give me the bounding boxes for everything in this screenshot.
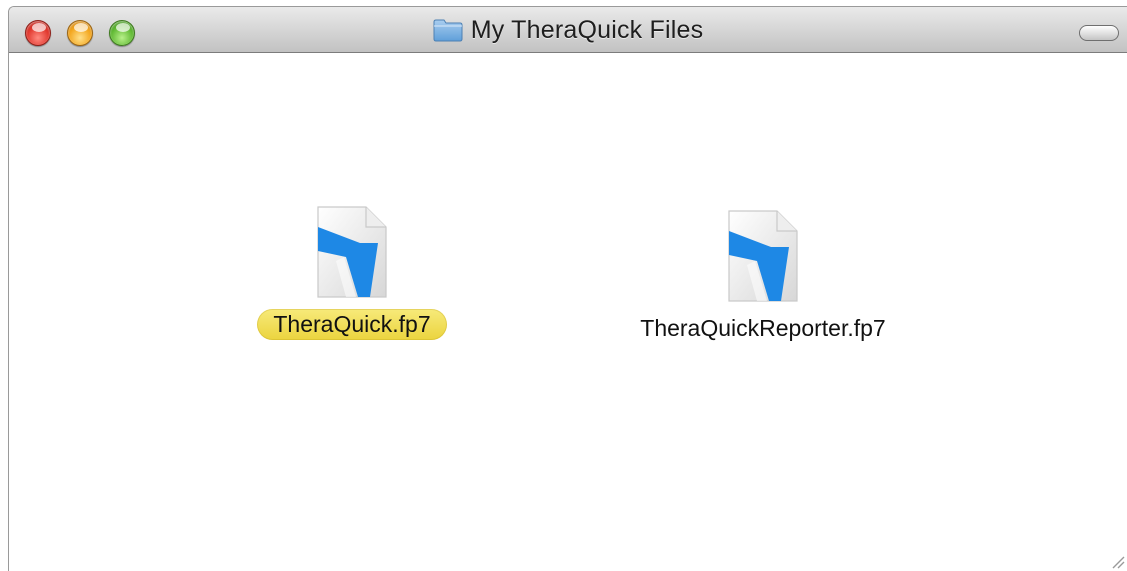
filemaker-document-icon[interactable]	[725, 207, 801, 305]
toolbar-toggle-button[interactable]	[1079, 25, 1119, 41]
filemaker-document-icon[interactable]	[314, 203, 390, 301]
file-name-label: TheraQuick.fp7	[257, 309, 447, 340]
file-name-label: TheraQuickReporter.fp7	[640, 315, 886, 341]
file-item-theraquick[interactable]: TheraQuick.fp7	[242, 203, 462, 340]
folder-icon	[433, 18, 463, 42]
minimize-button[interactable]	[67, 20, 93, 46]
zoom-button[interactable]	[109, 20, 135, 46]
close-button[interactable]	[25, 20, 51, 46]
file-item-theraquickreporter[interactable]: TheraQuickReporter.fp7	[613, 207, 913, 344]
resize-grip[interactable]	[1109, 553, 1125, 569]
title-bar[interactable]: My TheraQuick Files	[9, 7, 1127, 53]
file-browser-area[interactable]: TheraQuick.fp7 TheraQuickReporter.fp7	[9, 53, 1127, 571]
finder-window: My TheraQuick Files TheraQuick.fp7 Thera…	[8, 6, 1127, 571]
window-title: My TheraQuick Files	[470, 15, 704, 44]
